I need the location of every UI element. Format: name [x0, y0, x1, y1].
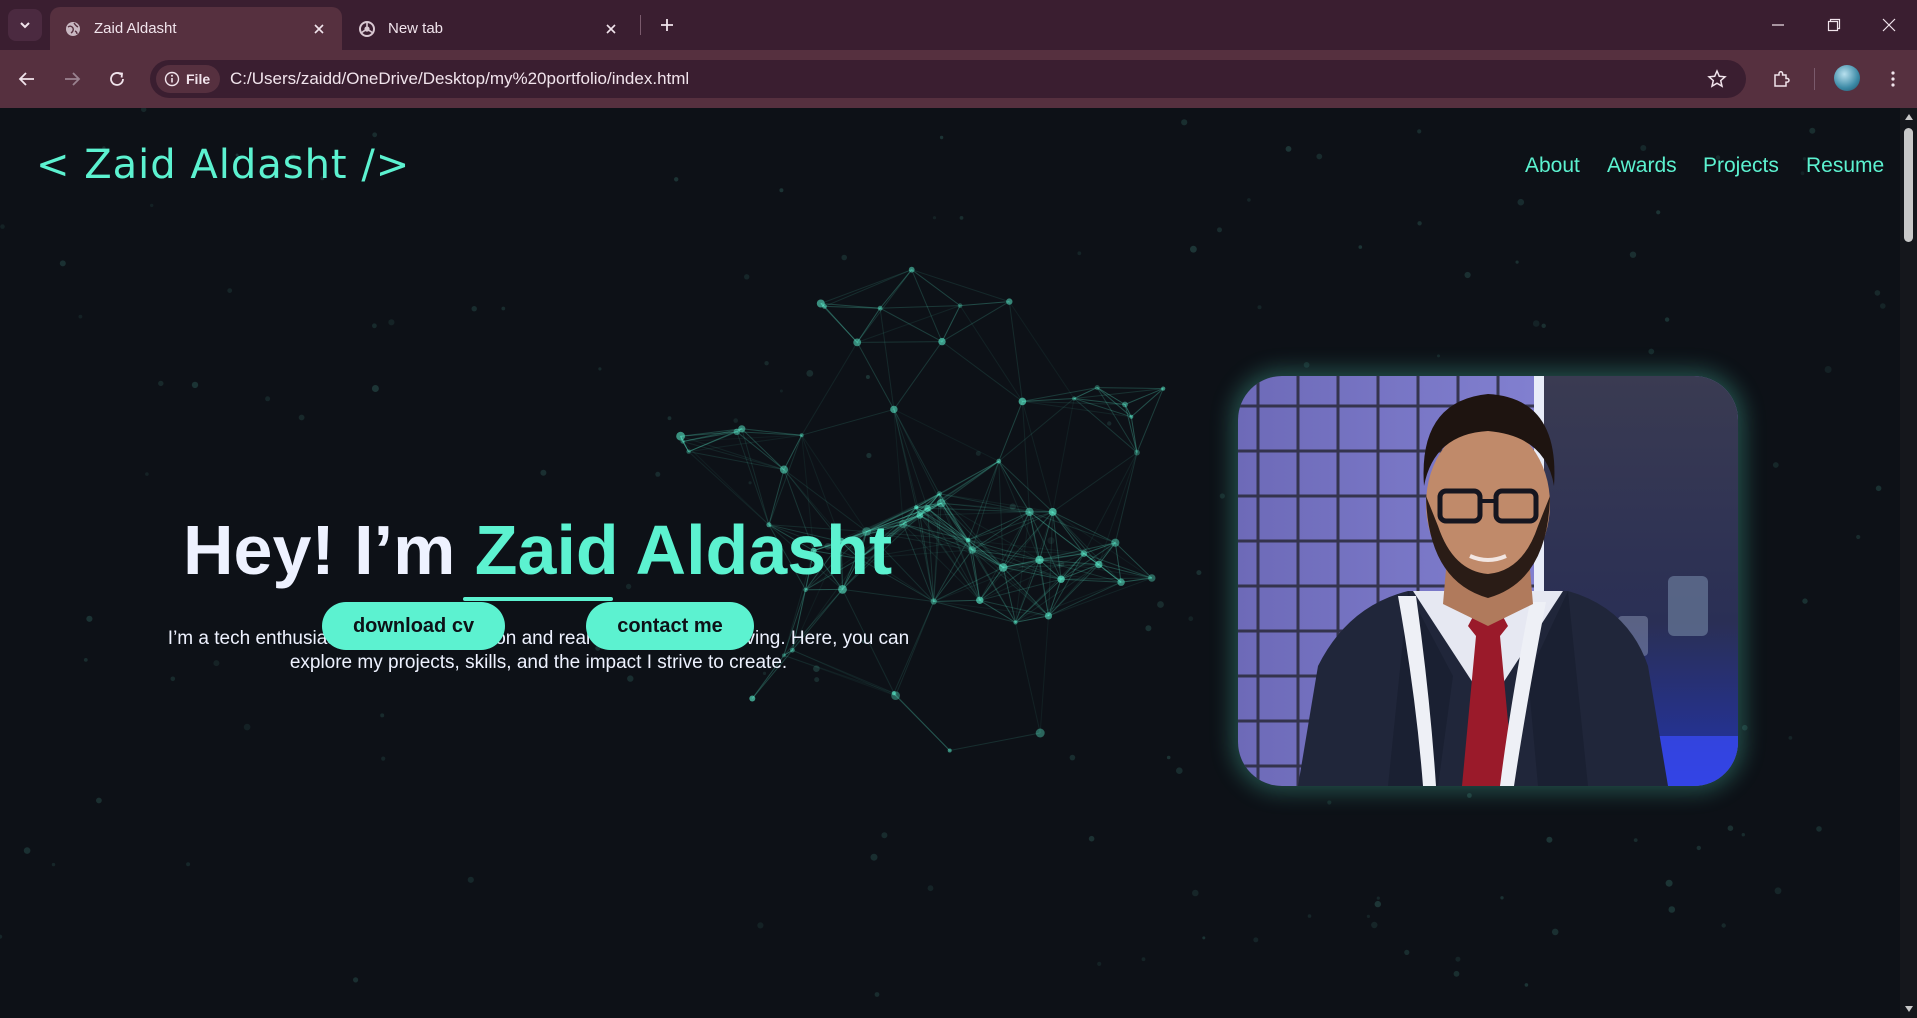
tab-title: New tab	[388, 20, 444, 37]
portfolio-page: < Zaid Aldasht /> About Awards Projects …	[0, 108, 1900, 1018]
new-tab-button[interactable]	[652, 11, 682, 39]
close-tab-icon[interactable]	[602, 20, 620, 38]
url-text[interactable]: C:/Users/zaidd/OneDrive/Desktop/my%20por…	[230, 69, 689, 89]
profile-avatar[interactable]	[1834, 65, 1860, 91]
info-icon	[164, 71, 180, 87]
tab-zaid-aldasht[interactable]: Zaid Aldasht	[50, 7, 342, 50]
forward-button[interactable]	[57, 64, 87, 94]
restore-icon	[1827, 18, 1841, 32]
hero-description: I’m a tech enthusiast driven by innovati…	[167, 628, 910, 673]
triangle-up-icon	[1904, 114, 1913, 120]
hero-greeting: Hey! I’m	[183, 511, 456, 589]
puzzle-icon	[1774, 70, 1790, 87]
download-cv-button[interactable]: download cv	[322, 602, 505, 650]
bookmark-button[interactable]	[1702, 65, 1732, 93]
hero-heading: Hey! I’m Zaid Aldasht	[183, 510, 892, 590]
toolbar-separator	[1814, 68, 1815, 90]
hero-name: Zaid Aldasht	[474, 511, 893, 589]
contact-me-button[interactable]: contact me	[586, 602, 754, 650]
nav-link-awards[interactable]: Awards	[1607, 154, 1677, 178]
profile-photo	[1238, 376, 1738, 786]
tab-separator	[640, 15, 641, 35]
browser-menu-button[interactable]	[1878, 64, 1908, 94]
nav-link-about[interactable]: About	[1525, 154, 1580, 178]
scroll-up-arrow[interactable]	[1903, 112, 1914, 122]
back-button[interactable]	[12, 64, 42, 94]
minimize-icon	[1772, 24, 1784, 26]
chrome-icon	[358, 20, 376, 38]
more-vertical-icon	[1891, 71, 1895, 87]
globe-icon	[64, 20, 82, 38]
plus-icon	[661, 19, 673, 31]
scroll-down-arrow[interactable]	[1903, 1004, 1914, 1014]
close-icon	[1882, 18, 1896, 32]
close-tab-icon[interactable]	[310, 20, 328, 38]
heading-underline	[463, 597, 613, 601]
arrow-left-icon	[18, 72, 34, 86]
nav-link-resume[interactable]: Resume	[1806, 154, 1884, 178]
close-window-button[interactable]	[1861, 0, 1917, 50]
tab-search-button[interactable]	[8, 9, 42, 41]
site-info-label: File	[186, 71, 211, 87]
extensions-button[interactable]	[1766, 64, 1796, 94]
site-info-chip[interactable]: File	[156, 65, 221, 93]
tab-new-tab[interactable]: New tab	[344, 7, 634, 50]
minimize-button[interactable]	[1750, 0, 1806, 50]
triangle-down-icon	[1904, 1006, 1913, 1012]
tab-title: Zaid Aldasht	[94, 20, 177, 37]
arrow-right-icon	[65, 72, 81, 86]
reload-button[interactable]	[102, 64, 132, 94]
reload-icon	[110, 72, 124, 86]
profile-photo-illustration	[1238, 376, 1738, 786]
chevron-down-icon	[20, 22, 30, 29]
restore-button[interactable]	[1806, 0, 1862, 50]
scrollbar-thumb[interactable]	[1904, 128, 1913, 242]
site-logo[interactable]: < Zaid Aldasht />	[36, 142, 410, 188]
star-icon	[1707, 69, 1727, 88]
page-scrollbar[interactable]	[1900, 108, 1917, 1018]
nav-link-projects[interactable]: Projects	[1703, 154, 1779, 178]
